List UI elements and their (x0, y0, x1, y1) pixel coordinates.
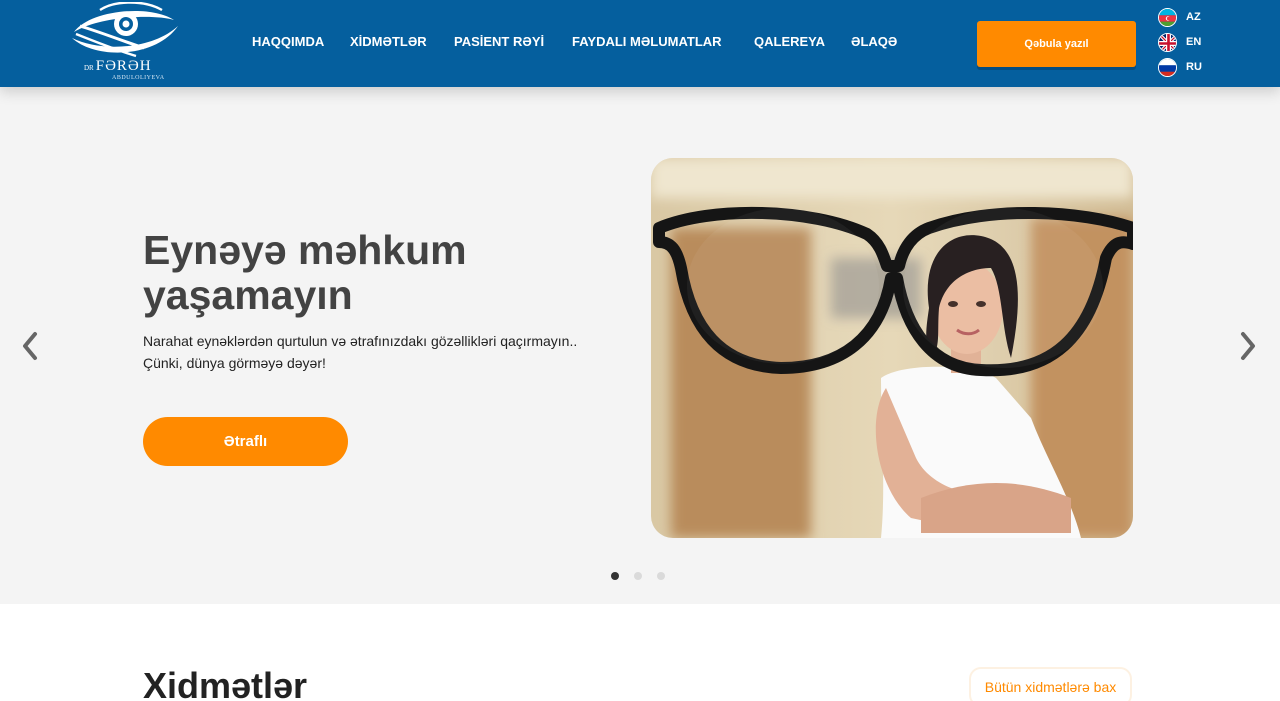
nav-item-xidmetler[interactable]: XİDMƏTLƏR (350, 34, 427, 49)
hero-more-button[interactable]: Ətraflı (143, 417, 348, 466)
nav-item-haqqimda[interactable]: HAQQIMDA (252, 34, 324, 49)
services-title: Xidmətlər (143, 665, 308, 701)
hero-image (651, 158, 1133, 538)
language-en[interactable]: EN (1158, 32, 1201, 52)
nav-item-faydali-melumatlar[interactable]: FAYDALI MƏLUMATLAR (572, 34, 722, 49)
slider-dot-2[interactable] (634, 572, 642, 580)
language-az[interactable]: AZ (1158, 7, 1201, 27)
flag-ru-icon (1158, 57, 1177, 77)
slider-dot-1[interactable] (611, 572, 619, 580)
logo-name: FƏRƏH (95, 58, 152, 74)
logo-surname: ABDULOLIYEVA (112, 75, 165, 81)
hero-slider: Eynəyə məhkum yaşamayın Narahat eynəklər… (0, 87, 1280, 604)
chevron-right-icon[interactable] (1236, 329, 1260, 363)
nav-item-pasient-reyi[interactable]: PASİENT RƏYİ (454, 34, 544, 49)
slider-dot-3[interactable] (657, 572, 665, 580)
site-header: DR FƏRƏH ABDULOLIYEVA HAQQIMDA XİDMƏTLƏR … (0, 0, 1280, 87)
site-logo[interactable]: DR FƏRƏH ABDULOLIYEVA (70, 1, 182, 84)
logo-eye-icon (72, 1, 178, 58)
logo-prefix: DR (84, 64, 94, 72)
language-label-az: AZ (1186, 11, 1201, 23)
hero-text: Narahat eynəklərdən qurtulun və ətrafını… (143, 333, 578, 371)
hero-title: Eynəyə məhkum yaşamayın (143, 227, 467, 318)
slider-dots (0, 572, 1280, 582)
flag-az-icon (1158, 7, 1177, 27)
language-label-en: EN (1186, 36, 1202, 48)
nav-item-elaqe[interactable]: ƏLAQƏ (851, 34, 897, 49)
flag-en-icon (1158, 32, 1177, 52)
nav-item-qalereya[interactable]: QALEREYA (754, 34, 825, 49)
chevron-left-icon[interactable] (18, 329, 42, 363)
doctor-photo (651, 158, 1133, 538)
language-label-ru: RU (1186, 61, 1202, 73)
appointment-button[interactable]: Qəbula yazıl (977, 21, 1136, 67)
language-ru[interactable]: RU (1158, 57, 1202, 77)
all-services-button[interactable]: Bütün xidmətlərə bax (969, 667, 1132, 701)
